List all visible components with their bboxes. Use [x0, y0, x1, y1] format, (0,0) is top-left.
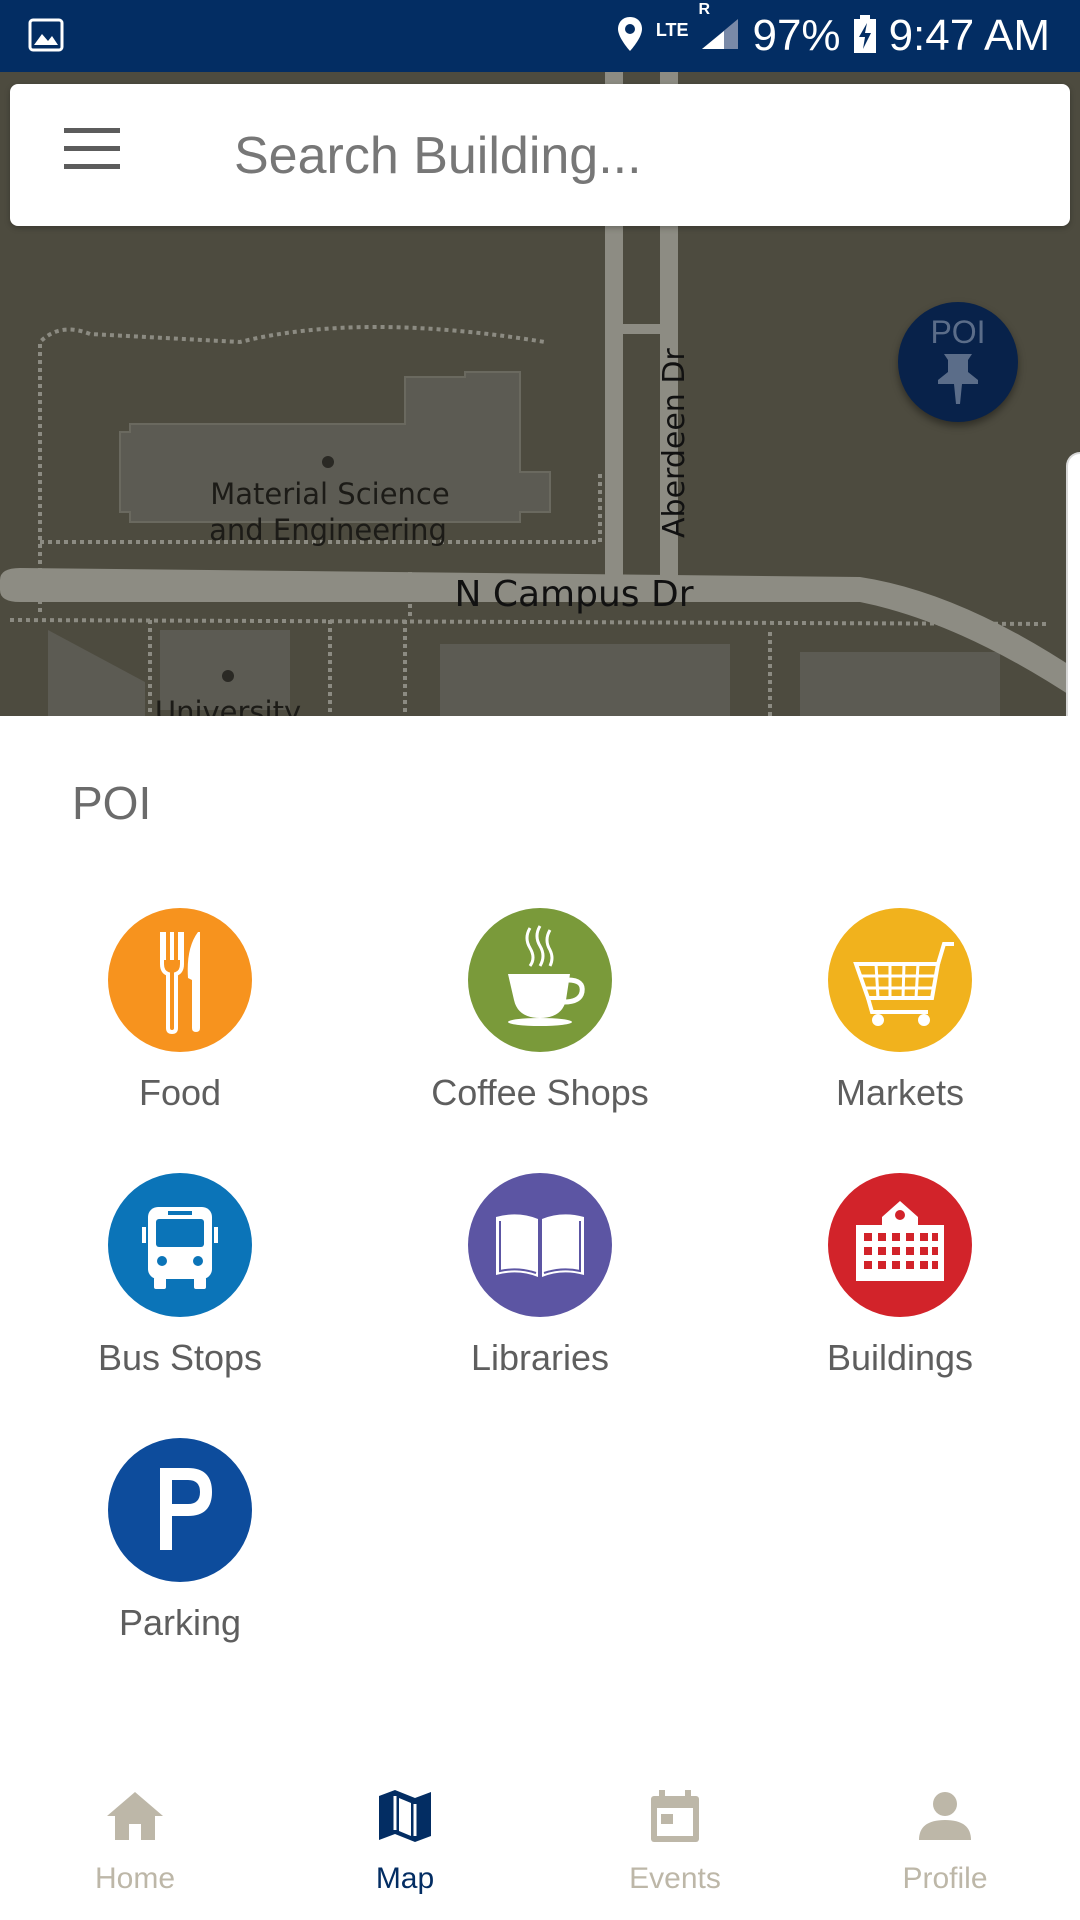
location-icon: [616, 15, 644, 58]
nav-label: Map: [375, 1862, 435, 1895]
map-label-street: N Campus Dr: [454, 574, 693, 615]
calendar-icon: [651, 1790, 699, 1842]
home-icon: [107, 1792, 163, 1840]
nav-profile[interactable]: Profile: [810, 1760, 1080, 1920]
map-label-building: Material Science: [210, 477, 449, 511]
poi-button-label: POI: [930, 314, 986, 350]
network-type: LTE: [655, 20, 689, 40]
poi-item-markets[interactable]: Markets: [750, 908, 1050, 1148]
signal-icon: R: [698, 1, 740, 56]
search-bar: [10, 84, 1070, 226]
battery-percentage: 97%: [752, 11, 841, 60]
hamburger-menu-icon[interactable]: [64, 128, 140, 184]
poi-label: Markets: [835, 1072, 965, 1113]
search-input[interactable]: [232, 120, 1036, 192]
nav-label: Events: [629, 1862, 721, 1895]
parking-icon: [108, 1438, 252, 1582]
poi-item-buildings[interactable]: Buildings: [750, 1173, 1050, 1413]
roaming-indicator: R: [698, 0, 711, 18]
nav-home[interactable]: Home: [0, 1760, 270, 1920]
gallery-notification-icon: [28, 18, 64, 57]
poi-label: Libraries: [470, 1337, 610, 1378]
book-icon: [468, 1173, 612, 1317]
poi-item-parking[interactable]: Parking: [30, 1438, 330, 1678]
poi-label: Coffee Shops: [431, 1072, 649, 1113]
panel-title: POI: [72, 777, 152, 829]
poi-label: Food: [138, 1072, 222, 1113]
status-bar: LTE R 97% 9:47 AM: [0, 0, 1080, 72]
pushpin-icon: [938, 354, 978, 404]
fork-knife-icon: [108, 908, 252, 1052]
nav-label: Profile: [902, 1862, 988, 1895]
poi-label: Buildings: [826, 1337, 974, 1378]
bus-icon: [108, 1173, 252, 1317]
map-label-street: Aberdeen Dr: [657, 348, 692, 538]
poi-item-libraries[interactable]: Libraries: [390, 1173, 690, 1413]
person-icon: [919, 1792, 971, 1840]
poi-label: Parking: [118, 1602, 242, 1643]
battery-charging-icon: [853, 14, 877, 59]
school-building-icon: [828, 1173, 972, 1317]
clock: 9:47 AM: [888, 11, 1050, 60]
nav-label: Home: [94, 1862, 176, 1895]
poi-item-coffee-shops[interactable]: Coffee Shops: [390, 908, 690, 1148]
poi-panel: POI Food Coffee Shops Markets Bus Stops …: [0, 716, 1080, 1760]
poi-item-food[interactable]: Food: [30, 908, 330, 1148]
coffee-cup-icon: [468, 908, 612, 1052]
nav-events[interactable]: Events: [540, 1760, 810, 1920]
map-label-building: and Engineering: [209, 513, 447, 547]
poi-item-bus-stops[interactable]: Bus Stops: [30, 1173, 330, 1413]
bottom-navigation: Home Map Events Profile: [0, 1760, 1080, 1920]
map-label-building: University: [155, 695, 301, 716]
poi-label: Bus Stops: [97, 1337, 263, 1378]
nav-map[interactable]: Map: [270, 1760, 540, 1920]
map-icon: [379, 1790, 431, 1842]
poi-button[interactable]: POI: [898, 302, 1018, 422]
shopping-cart-icon: [828, 908, 972, 1052]
